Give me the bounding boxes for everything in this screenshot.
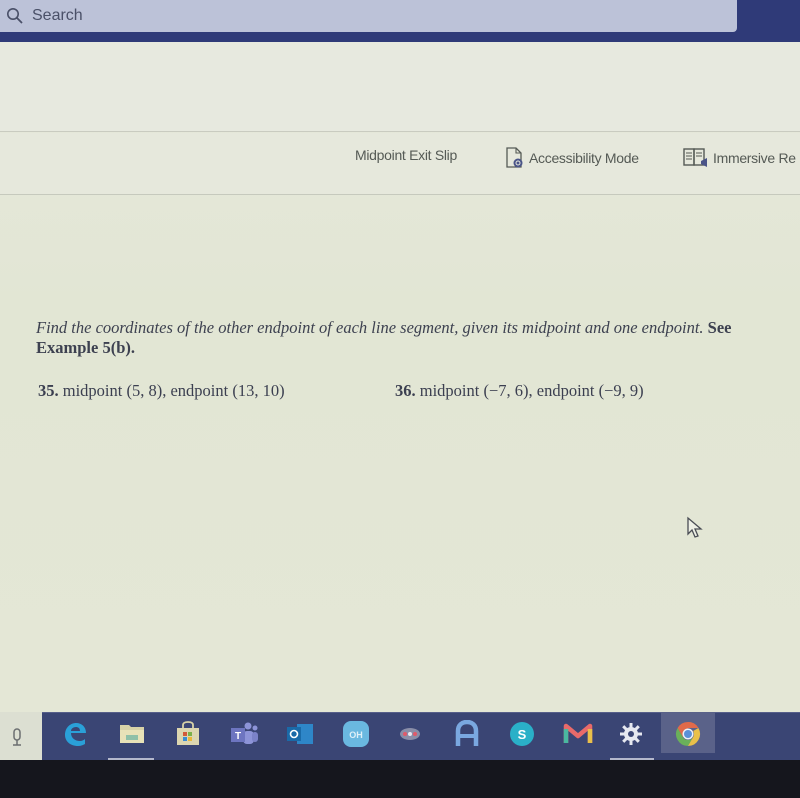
immersive-reader-button[interactable]: Immersive Re — [683, 147, 796, 169]
instructions: Find the coordinates of the other endpoi… — [36, 318, 756, 358]
problem-35: 35. midpoint (5, 8), endpoint (13, 10) — [38, 381, 285, 401]
problem-text: midpoint (−7, 6), endpoint (−9, 9) — [419, 381, 644, 400]
taskbar-a-app[interactable] — [451, 718, 483, 750]
taskbar-edge[interactable] — [59, 718, 91, 750]
taskbar-teams[interactable]: T — [228, 718, 260, 750]
running-indicator — [610, 758, 654, 760]
store-icon — [177, 721, 199, 745]
svg-text:T: T — [235, 731, 241, 742]
midpoint-exit-slip-title: Midpoint Exit Slip — [355, 147, 457, 163]
mouse-cursor-icon — [687, 516, 703, 538]
chrome-icon — [675, 722, 701, 746]
problem-number: 36. — [395, 381, 416, 400]
command-bar — [0, 133, 800, 195]
taskbar-gmail[interactable] — [562, 718, 594, 750]
skype-icon: S — [510, 722, 534, 746]
problem-number: 35. — [38, 381, 59, 400]
outlook-icon — [287, 724, 313, 744]
taskbar-dots-app[interactable] — [394, 718, 426, 750]
file-explorer-icon — [120, 725, 144, 743]
accessibility-mode-label: Accessibility Mode — [529, 150, 639, 166]
settings-icon — [620, 723, 642, 745]
teams-icon: T — [231, 722, 258, 744]
office-icon: OH — [343, 721, 369, 747]
taskbar-chrome[interactable] — [672, 718, 704, 750]
taskbar-file-explorer[interactable] — [116, 718, 148, 750]
immersive-reader-label: Immersive Re — [713, 150, 796, 166]
ribbon-area — [0, 42, 800, 132]
taskbar-office[interactable]: OH — [340, 718, 372, 750]
taskbar-skype[interactable]: S — [506, 718, 538, 750]
instructions-text: Find the coordinates of the other endpoi… — [36, 318, 704, 337]
search-placeholder: Search — [32, 7, 83, 24]
accessibility-document-icon — [506, 147, 523, 168]
problem-36: 36. midpoint (−7, 6), endpoint (−9, 9) — [395, 381, 644, 401]
dots-icon — [400, 728, 420, 740]
document-title: Midpoint Exit Slip — [355, 147, 457, 163]
taskbar-outlook[interactable] — [284, 718, 316, 750]
microphone-icon[interactable] — [9, 728, 25, 748]
taskbar-store[interactable] — [172, 718, 204, 750]
svg-text:S: S — [518, 727, 527, 742]
edge-icon — [65, 723, 86, 746]
a-app-icon — [455, 720, 479, 746]
running-indicator — [108, 758, 154, 760]
taskbar-settings[interactable] — [615, 718, 647, 750]
search-input[interactable]: Search — [0, 0, 737, 32]
accessibility-mode-button[interactable]: Accessibility Mode — [505, 147, 639, 169]
search-icon — [7, 8, 23, 24]
monitor-bezel — [0, 760, 800, 798]
gmail-icon — [563, 723, 593, 743]
immersive-reader-icon — [683, 148, 707, 167]
problem-text: midpoint (5, 8), endpoint (13, 10) — [62, 381, 285, 400]
svg-text:OH: OH — [349, 730, 363, 740]
